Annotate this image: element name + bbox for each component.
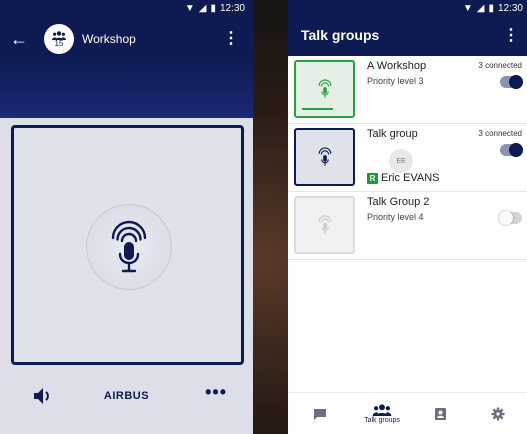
app-bar: ← 15 Workshop ⋮ (0, 16, 253, 62)
chat-icon (314, 408, 326, 420)
page-title: Workshop (82, 32, 136, 46)
talk-group-name: Talk Group 2 (367, 196, 430, 208)
battery-icon: ▮ (488, 2, 494, 14)
microphone-icon (318, 147, 331, 166)
more-horiz-icon[interactable]: ••• (205, 382, 227, 403)
current-speaker: R Eric EVANS (367, 172, 439, 184)
signal-icon: ◢ (476, 2, 485, 14)
ptt-button[interactable] (86, 204, 172, 290)
header-band (0, 62, 253, 118)
talk-group-toggle[interactable] (500, 143, 523, 157)
wifi-icon: ▼ (462, 2, 473, 14)
talk-group-toggle[interactable] (499, 211, 522, 225)
nav-contacts[interactable] (432, 393, 448, 434)
microphone-icon (318, 215, 331, 234)
status-bar: ▼ ◢ ▮ 12:30 (0, 0, 253, 16)
talk-group-priority: Priority level 3 (367, 76, 424, 86)
talk-group-toggle[interactable] (500, 75, 523, 89)
wifi-icon: ▼ (184, 2, 195, 14)
talk-group-name: A Workshop (367, 60, 427, 72)
nav-messages[interactable] (310, 393, 330, 434)
nav-talk-groups-label: Talk groups (364, 417, 400, 424)
talk-group-list: A Workshop Priority level 3 3 connected … (288, 56, 527, 260)
bottom-nav: Talk groups (288, 392, 527, 434)
talk-group-row[interactable]: Talk group 3 connected EE R Eric EVANS (288, 124, 527, 192)
talk-groups-screen: ▼ ◢ ▮ 12:30 Talk groups ⋮ A Workshop Pri… (288, 0, 527, 434)
status-bar: ▼ ◢ ▮ 12:30 (288, 0, 527, 16)
connected-count: 3 connected (478, 129, 522, 138)
ptt-panel[interactable] (11, 125, 244, 365)
group-icon (372, 404, 392, 416)
microphone-icon (111, 220, 147, 273)
talk-group-row[interactable]: Talk Group 2 Priority level 4 (288, 192, 527, 260)
talk-group-ptt-thumb[interactable] (294, 128, 355, 186)
talk-group-priority: Priority level 4 (367, 212, 424, 222)
page-title: Talk groups (301, 27, 380, 43)
workshop-screen: ▼ ◢ ▮ 12:30 ← 15 Workshop ⋮ AIRBUS ••• (0, 0, 253, 434)
talk-group-row[interactable]: A Workshop Priority level 3 3 connected (288, 56, 527, 124)
microphone-icon (318, 79, 331, 98)
bottom-bar: AIRBUS ••• (0, 370, 253, 434)
more-vert-icon[interactable]: ⋮ (223, 28, 239, 48)
talk-group-ptt-thumb[interactable] (294, 196, 355, 254)
arrow-back-icon[interactable]: ← (10, 29, 40, 50)
contacts-icon (434, 408, 446, 420)
status-time: 12:30 (219, 2, 245, 14)
talk-group-ptt-thumb[interactable] (294, 60, 355, 118)
battery-icon: ▮ (210, 2, 216, 14)
signal-icon: ◢ (198, 2, 207, 14)
more-vert-icon[interactable]: ⋮ (503, 25, 519, 45)
nav-talk-groups[interactable]: Talk groups (354, 393, 410, 434)
nav-settings[interactable] (490, 393, 506, 434)
speaker-name: Eric EVANS (381, 172, 440, 184)
status-time: 12:30 (497, 2, 523, 14)
connected-count: 3 connected (478, 61, 522, 70)
talk-group-name: Talk group (367, 128, 418, 140)
settings-icon (491, 407, 505, 421)
group-avatar[interactable]: 15 (44, 24, 74, 54)
activity-indicator (302, 108, 333, 110)
speaker-avatar: EE (389, 149, 413, 173)
app-bar: Talk groups ⋮ (288, 16, 527, 56)
speaker-badge: R (367, 172, 378, 184)
member-count: 15 (54, 38, 64, 48)
